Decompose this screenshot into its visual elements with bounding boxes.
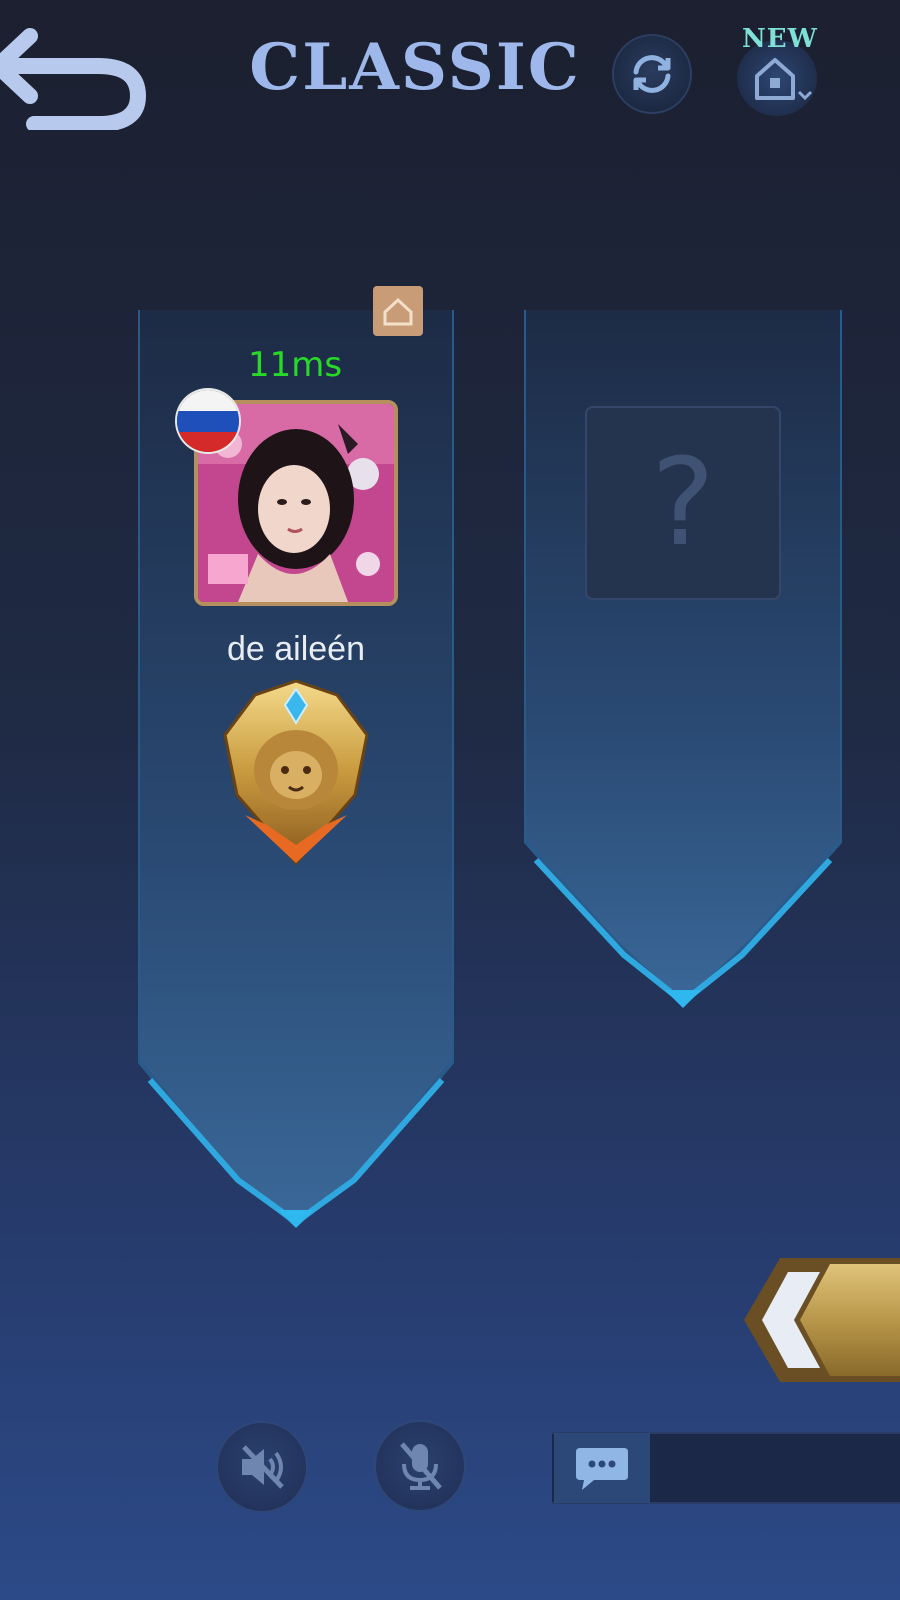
chevron-down-icon [797, 90, 813, 101]
speaker-mute-button[interactable] [216, 1421, 308, 1513]
speaker-muted-icon [242, 1445, 284, 1489]
home-tag-icon [373, 286, 423, 336]
page-title: CLASSIC [249, 30, 581, 105]
ping-value: 11ms [248, 345, 343, 385]
start-match-button[interactable] [740, 1250, 900, 1390]
empty-slot[interactable]: ? [585, 406, 781, 600]
new-badge: NEW [742, 24, 818, 54]
mic-mute-button[interactable] [374, 1420, 466, 1512]
refresh-button[interactable] [612, 34, 692, 114]
chat-button[interactable] [554, 1433, 650, 1503]
mythic-lion-badge-icon[interactable] [215, 675, 377, 866]
mic-muted-icon [400, 1442, 442, 1490]
player-name: de aileén [226, 630, 365, 668]
refresh-icon [633, 55, 671, 93]
chat-bubble-icon [576, 1448, 628, 1490]
russia-flag-icon [177, 390, 239, 452]
